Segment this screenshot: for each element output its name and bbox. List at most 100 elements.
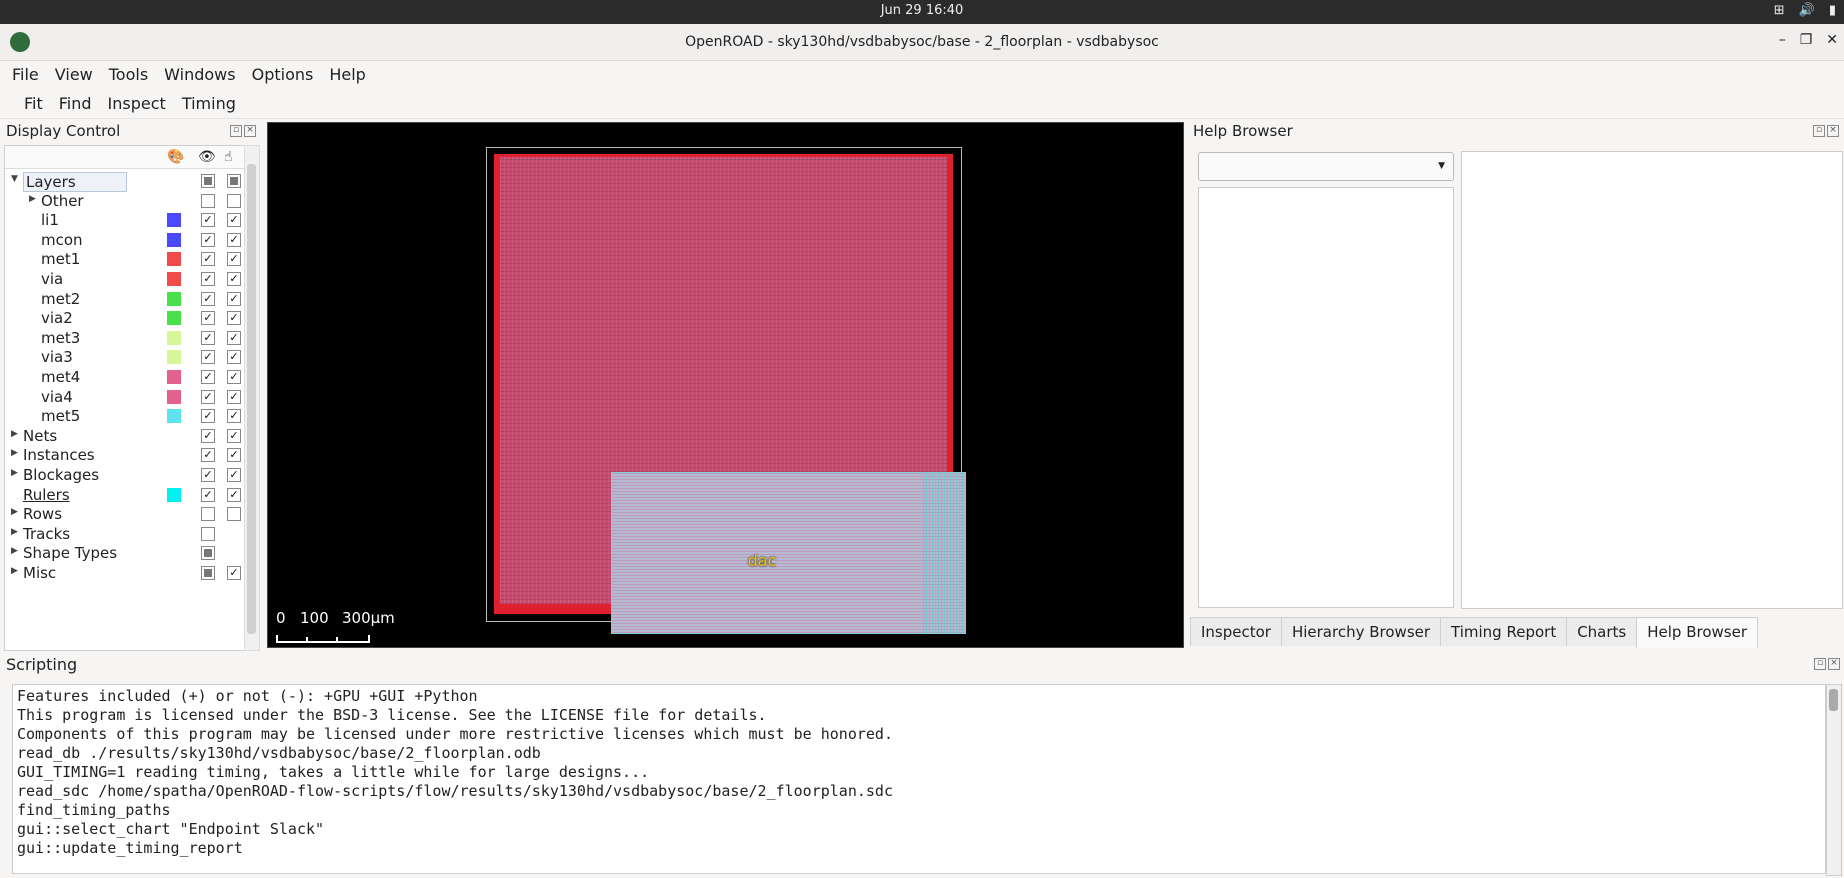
visibility-checkbox[interactable]: [201, 507, 215, 522]
visibility-checkbox[interactable]: ✓: [201, 370, 215, 384]
inspect-button[interactable]: Inspect: [102, 94, 172, 113]
visibility-checkbox[interactable]: [201, 566, 215, 580]
layer-color-swatch[interactable]: [167, 252, 181, 267]
selectable-checkbox[interactable]: ✓: [227, 311, 241, 326]
display-control-tree[interactable]: 🎨 👁 ☝ ▼ Layers ▶ Other li1 ✓ ✓ mcon ✓ ✓ met1 ✓ ✓ via ✓…: [4, 145, 246, 651]
selectable-checkbox[interactable]: ✓: [227, 213, 241, 228]
system-tray[interactable]: ⊞ 🔊 ▮: [1774, 3, 1836, 18]
visibility-checkbox[interactable]: ✓: [201, 487, 215, 502]
selectable-checkbox[interactable]: ✓: [227, 272, 241, 286]
expand-down-icon[interactable]: ▼: [11, 174, 18, 184]
tree-row-misc[interactable]: ▶ Misc ✓: [5, 562, 245, 585]
scripting-console-output[interactable]: Features included (+) or not (-): +GPU +…: [12, 684, 1826, 874]
visibility-checkbox[interactable]: ✓: [201, 213, 215, 228]
system-clock[interactable]: Jun 29 16:40: [0, 3, 1844, 18]
expand-right-icon[interactable]: ▶: [11, 527, 18, 537]
visibility-checkbox[interactable]: ✓: [201, 448, 215, 463]
layer-color-swatch[interactable]: [167, 487, 181, 502]
network-icon[interactable]: ⊞: [1774, 3, 1785, 18]
selectable-checkbox[interactable]: ✓: [227, 409, 241, 424]
find-button[interactable]: Find: [53, 94, 98, 113]
dock-close-icon[interactable]: ×: [244, 125, 256, 137]
fit-button[interactable]: Fit: [18, 94, 49, 113]
selectable-checkbox[interactable]: ✓: [227, 566, 241, 580]
volume-icon[interactable]: 🔊: [1799, 3, 1815, 18]
help-topic-list[interactable]: [1198, 187, 1454, 608]
visibility-checkbox[interactable]: [201, 526, 215, 541]
layer-color-swatch[interactable]: [167, 311, 181, 326]
float-icon[interactable]: ▫: [1814, 658, 1826, 670]
layer-color-swatch[interactable]: [167, 409, 181, 424]
expand-right-icon[interactable]: ▶: [11, 448, 18, 458]
selectable-checkbox[interactable]: ✓: [227, 389, 241, 404]
selectable-checkbox[interactable]: [227, 507, 241, 522]
selectable-checkbox[interactable]: ✓: [227, 350, 241, 365]
help-category-dropdown[interactable]: ▼: [1198, 152, 1454, 181]
visibility-checkbox[interactable]: ✓: [201, 232, 215, 247]
selectable-checkbox[interactable]: ✓: [227, 487, 241, 502]
scroll-thumb[interactable]: [247, 164, 256, 634]
menu-help[interactable]: Help: [323, 65, 371, 84]
expand-right-icon[interactable]: ▶: [11, 468, 18, 478]
layer-color-swatch[interactable]: [167, 213, 181, 228]
layer-color-swatch[interactable]: [167, 330, 181, 345]
selectable-checkbox[interactable]: ✓: [227, 252, 241, 267]
minimize-icon[interactable]: –: [1779, 32, 1786, 48]
visibility-checkbox[interactable]: ✓: [201, 409, 215, 424]
selectable-checkbox[interactable]: ✓: [227, 232, 241, 247]
layout-viewer[interactable]: dac 0 100 300μm: [267, 122, 1184, 648]
timing-button[interactable]: Timing: [176, 94, 242, 113]
maximize-icon[interactable]: ❐: [1800, 32, 1813, 48]
selectable-checkbox[interactable]: ✓: [227, 468, 241, 482]
expand-right-icon[interactable]: ▶: [11, 429, 18, 439]
dock-close-icon[interactable]: ×: [1828, 658, 1840, 670]
battery-icon[interactable]: ▮: [1829, 3, 1836, 18]
layer-color-swatch[interactable]: [167, 350, 181, 365]
visibility-checkbox[interactable]: [201, 193, 215, 208]
selectable-checkbox[interactable]: [227, 174, 241, 188]
layer-color-swatch[interactable]: [167, 370, 181, 384]
menu-tools[interactable]: Tools: [103, 65, 154, 84]
visibility-checkbox[interactable]: ✓: [201, 428, 215, 443]
expand-right-icon[interactable]: ▶: [11, 566, 18, 576]
visibility-checkbox[interactable]: ✓: [201, 272, 215, 286]
macro-instance[interactable]: dac: [611, 472, 966, 634]
tab-help-browser[interactable]: Help Browser: [1636, 617, 1758, 648]
layer-color-swatch[interactable]: [167, 272, 181, 286]
float-icon[interactable]: ▫: [1813, 125, 1825, 137]
expand-right-icon[interactable]: ▶: [11, 507, 18, 517]
menu-view[interactable]: View: [49, 65, 99, 84]
layer-color-swatch[interactable]: [167, 232, 181, 247]
expand-right-icon[interactable]: ▶: [11, 546, 18, 556]
visibility-checkbox[interactable]: [201, 174, 215, 188]
console-scrollbar[interactable]: [1826, 684, 1842, 876]
visibility-checkbox[interactable]: ✓: [201, 350, 215, 365]
menu-options[interactable]: Options: [246, 65, 320, 84]
layer-color-swatch[interactable]: [167, 389, 181, 404]
visibility-checkbox[interactable]: ✓: [201, 252, 215, 267]
selectable-checkbox[interactable]: ✓: [227, 291, 241, 306]
close-icon[interactable]: ✕: [1826, 32, 1838, 48]
visibility-checkbox[interactable]: [201, 546, 215, 561]
visibility-checkbox[interactable]: ✓: [201, 311, 215, 326]
tab-charts[interactable]: Charts: [1566, 617, 1638, 646]
dock-close-icon[interactable]: ×: [1827, 125, 1839, 137]
selectable-checkbox[interactable]: ✓: [227, 448, 241, 463]
visibility-checkbox[interactable]: ✓: [201, 468, 215, 482]
visibility-checkbox[interactable]: ✓: [201, 291, 215, 306]
visibility-checkbox[interactable]: ✓: [201, 330, 215, 345]
float-icon[interactable]: ▫: [230, 125, 242, 137]
tab-inspector[interactable]: Inspector: [1190, 617, 1282, 646]
display-control-scrollbar[interactable]: [244, 145, 260, 651]
visibility-checkbox[interactable]: ✓: [201, 389, 215, 404]
menu-windows[interactable]: Windows: [158, 65, 241, 84]
tab-hierarchy-browser[interactable]: Hierarchy Browser: [1280, 617, 1442, 646]
selectable-checkbox[interactable]: [227, 193, 241, 208]
scroll-thumb[interactable]: [1829, 689, 1838, 711]
layer-color-swatch[interactable]: [167, 291, 181, 306]
menu-file[interactable]: File: [6, 65, 45, 84]
selectable-checkbox[interactable]: ✓: [227, 370, 241, 384]
tab-timing-report[interactable]: Timing Report: [1440, 617, 1568, 646]
selectable-checkbox[interactable]: ✓: [227, 428, 241, 443]
selectable-checkbox[interactable]: ✓: [227, 330, 241, 345]
